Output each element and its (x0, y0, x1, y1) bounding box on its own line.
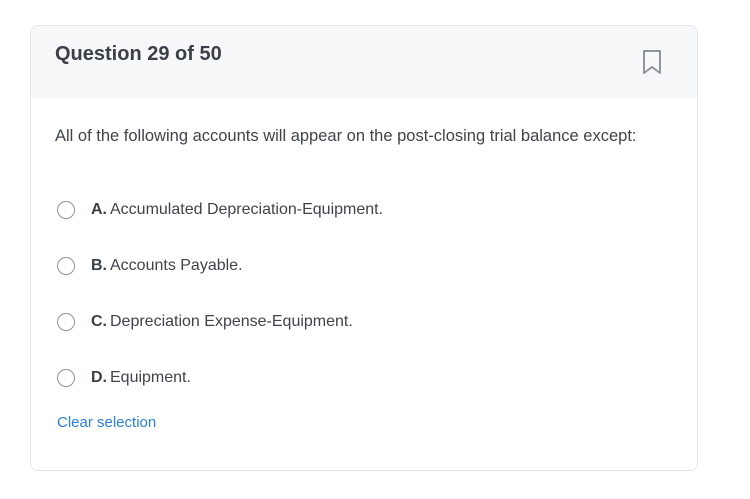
radio-button[interactable] (57, 369, 75, 387)
option-b[interactable]: B. Accounts Payable. (55, 252, 243, 280)
question-title: Question 29 of 50 (55, 43, 222, 65)
option-letter: D. (91, 369, 107, 386)
option-a[interactable]: A. Accumulated Depreciation-Equipment. (55, 196, 383, 224)
option-letter: C. (91, 313, 107, 330)
option-text: Accumulated Depreciation-Equipment. (110, 201, 384, 218)
option-letter: A. (91, 201, 107, 218)
option-text: Accounts Payable. (110, 257, 243, 274)
question-card: Question 29 of 50 All of the following a… (30, 25, 698, 471)
question-header: Question 29 of 50 (31, 26, 697, 98)
option-text: Depreciation Expense-Equipment. (110, 313, 353, 330)
radio-button[interactable] (57, 257, 75, 275)
option-d[interactable]: D. Equipment. (55, 364, 191, 392)
option-text: Equipment. (110, 369, 191, 386)
option-letter: B. (91, 257, 107, 274)
bookmark-icon[interactable] (640, 48, 664, 76)
radio-button[interactable] (57, 201, 75, 219)
question-text: All of the following accounts will appea… (55, 127, 637, 145)
radio-button[interactable] (57, 313, 75, 331)
clear-selection-link[interactable]: Clear selection (57, 414, 156, 431)
option-c[interactable]: C. Depreciation Expense-Equipment. (55, 308, 353, 336)
